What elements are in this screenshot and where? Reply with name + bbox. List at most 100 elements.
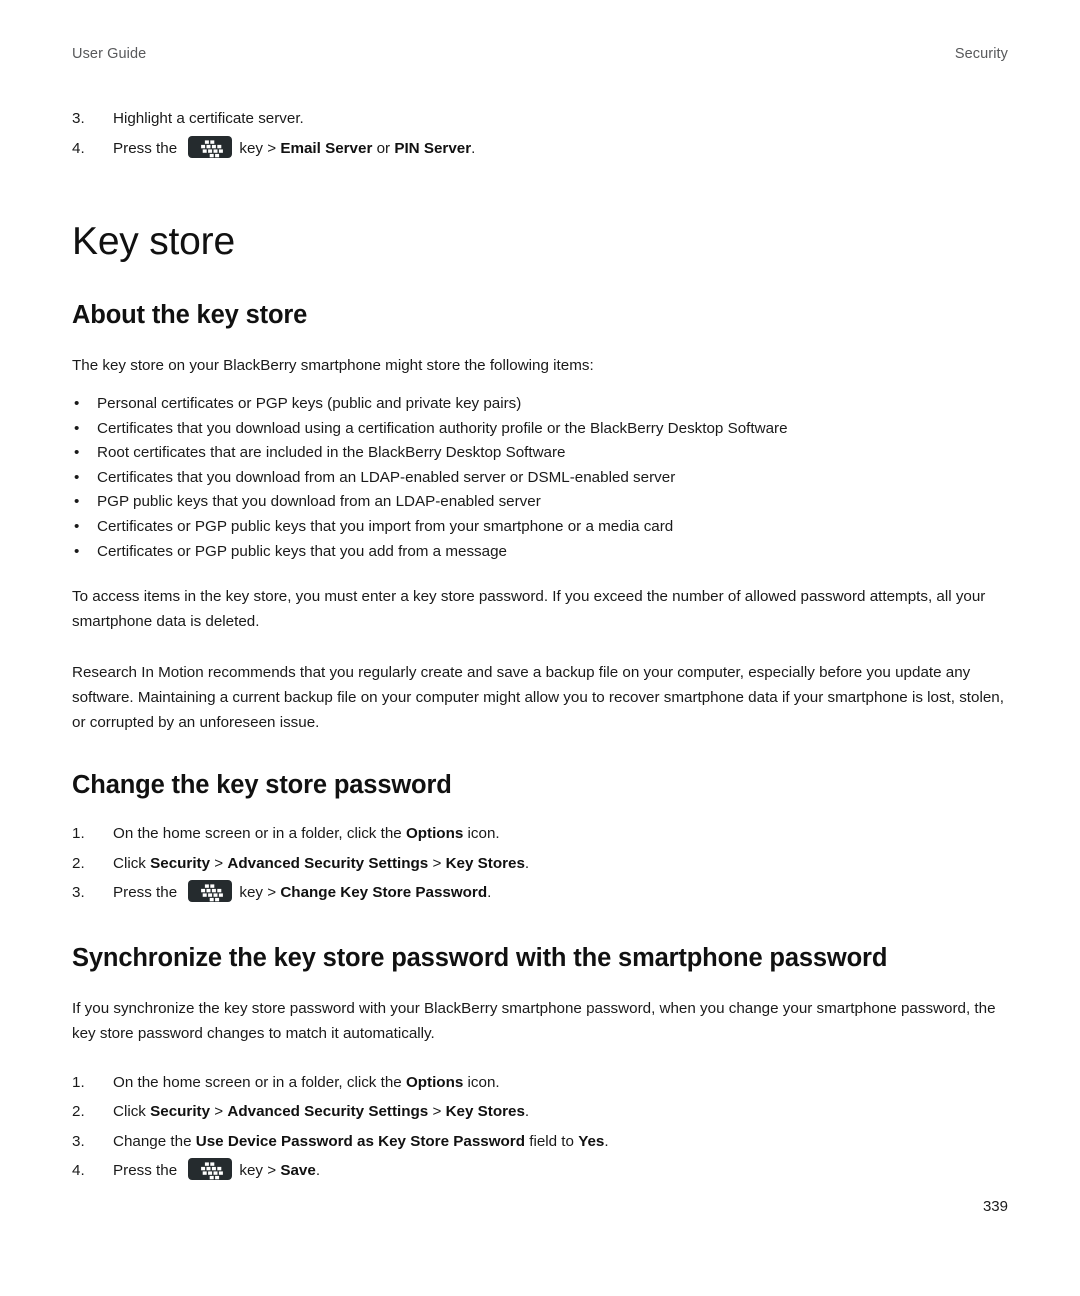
list-item-number: 2. [72,1103,85,1121]
list-item: 3. Press the key > Change Key Store Passw… [72,878,1008,908]
running-head-left: User Guide [72,46,147,62]
list-item-number: 1. [72,825,85,843]
step-text: > [210,1103,228,1121]
continued-step-list: 3. Highlight a certificate server. 4. Press… [72,104,1008,163]
list-item-body: Personal certificates or PGP keys (publi… [97,395,522,412]
blackberry-menu-key-icon [188,880,233,903]
list-item: 1. On the home screen or in a folder, cli… [72,819,1008,849]
list-item-body: Highlight a certificate server. [113,110,304,127]
step-text: Press the [113,884,182,902]
key-store-items-list: • Personal certificates or PGP keys (publ… [72,392,1008,564]
bullet-glyph-icon: • [74,493,80,511]
bullet-glyph-icon: • [74,468,80,486]
list-item: 3. Change the Use Device Password as Key … [72,1127,1008,1157]
step-text: Click [113,854,151,872]
list-item-number: 3. [72,1132,85,1150]
list-item-body: Press the key > Email Server or PIN Serv… [113,135,475,158]
emphasis-text: Key Stores [445,854,525,872]
list-item: • Certificates that you download using a … [72,417,1008,442]
list-item-body: Press the key > Change Key Store Passwor… [113,880,492,903]
running-head-right: Security [954,46,1008,62]
synchronize-paragraph: If you synchronize the key store passwor… [72,999,996,1042]
step-text: key > [239,139,281,157]
list-item-number: 3. [72,884,85,902]
step-text: key > [239,1162,281,1180]
list-item-number: 4. [72,139,85,157]
emphasis-text: Security [150,854,211,872]
list-item: 2. Click Security > Advanced Security Set… [72,849,1008,879]
list-item-number: 1. [72,1073,85,1091]
list-item: • Certificates that you download from an … [72,466,1008,491]
step-text: > [428,1103,446,1121]
list-item: 2. Click Security > Advanced Security Set… [72,1097,1008,1127]
step-text: Change the [113,1132,196,1150]
step-text: . [487,884,492,902]
list-item-body: Certificates that you download using a c… [97,419,788,437]
step-text: . [524,1103,530,1121]
list-item-body: PGP public keys that you download from a… [97,493,541,511]
list-item: • Certificates or PGP public keys that yo… [72,515,1008,540]
emphasis-text: Key Stores [445,1103,525,1121]
list-item-number: 4. [72,1162,85,1180]
emphasis-text: Use Device Password as Key Store Passwor… [195,1132,525,1150]
emphasis-text: Security [150,1103,211,1121]
list-item-number: 3. [72,110,85,127]
list-item: 1. On the home screen or in a folder, cli… [72,1068,1008,1098]
step-text: field to [525,1132,579,1150]
list-item-body: Root certificates that are included in t… [97,444,566,462]
about-intro-paragraph: The key store on your BlackBerry smartph… [72,357,594,374]
list-item-body: Certificates or PGP public keys that you… [97,542,507,560]
step-text: . [315,1162,321,1180]
section-heading-about: About the key store [72,301,308,329]
step-text: Press the [113,1162,182,1180]
step-text: Press the [113,139,182,157]
step-text: key > [239,884,281,902]
list-item: • Personal certificates or PGP keys (publ… [72,392,1008,417]
list-item: 3. Highlight a certificate server. [72,104,1008,134]
list-item: 4. Press the key > Email Server or PIN Se… [72,134,1008,164]
list-item-body: Click Security > Advanced Security Setti… [113,855,529,872]
emphasis-text: Email Server [280,139,373,157]
bullet-glyph-icon: • [74,517,80,535]
list-item-body: On the home screen or in a folder, click… [113,1074,500,1091]
step-text: or [372,139,395,157]
emphasis-text: PIN Server [394,139,472,157]
list-item-body: Certificates that you download from an L… [97,468,676,486]
step-text: . [524,854,530,872]
step-text: On the home screen or in a folder, click… [113,825,406,843]
bullet-glyph-icon: • [74,444,80,462]
page-title: Key store [72,220,235,263]
running-head: User Guide Security [72,46,1008,62]
synchronize-step-list: 1. On the home screen or in a folder, cli… [72,1068,1008,1186]
step-text: icon. [463,825,500,843]
change-password-step-list: 1. On the home screen or in a folder, cli… [72,819,1008,908]
list-item-body: On the home screen or in a folder, click… [113,825,500,842]
bullet-glyph-icon: • [74,419,80,437]
emphasis-text: Advanced Security Settings [227,854,429,872]
step-text: On the home screen or in a folder, click… [113,1073,406,1091]
about-paragraph-2: Research In Motion recommends that you r… [72,664,1004,732]
step-text: > [428,854,446,872]
step-text: icon. [463,1073,500,1091]
bullet-glyph-icon: • [74,395,80,412]
step-text: > [210,854,228,872]
step-text: . [604,1132,609,1150]
page-number: 339 [982,1198,1008,1215]
emphasis-text: Save [280,1162,316,1180]
section-heading-synchronize: Synchronize the key store password with … [72,943,888,972]
emphasis-text: Change Key Store Password [280,884,488,902]
list-item-body: Certificates or PGP public keys that you… [97,517,674,535]
list-item-body: Click Security > Advanced Security Setti… [113,1103,529,1120]
section-heading-change-password: Change the key store password [72,771,452,800]
list-item-body: Change the Use Device Password as Key St… [113,1133,609,1150]
bullet-glyph-icon: • [74,542,80,560]
list-item-number: 2. [72,854,85,872]
emphasis-text: Options [405,825,464,843]
document-page: User Guide Security 3. Highlight a certif… [0,0,1080,1296]
emphasis-text: Yes [578,1132,605,1150]
blackberry-menu-key-icon [188,135,233,158]
step-text: Click [113,1103,151,1121]
list-item: • Root certificates that are included in … [72,441,1008,466]
list-item: 4. Press the key > Save. [72,1156,1008,1186]
blackberry-menu-key-icon [188,1158,233,1181]
